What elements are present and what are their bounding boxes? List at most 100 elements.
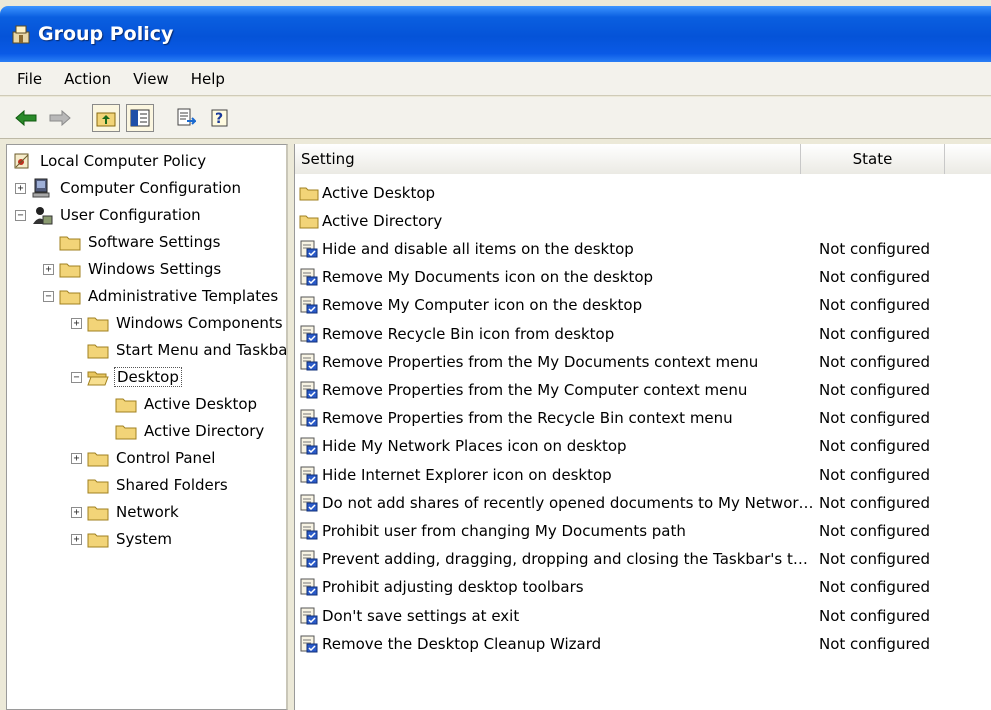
list-item-setting[interactable]: Do not add shares of recently opened doc… [299,489,930,517]
policy-setting-icon [299,493,319,513]
policy-setting-icon [299,577,319,597]
list-header: Setting State [295,144,991,174]
expand-plus-icon[interactable]: + [71,452,82,464]
setting-state: Not configured [819,409,931,428]
menu-view[interactable]: View [122,67,180,91]
details-list[interactable]: Setting State Active Desktop Active Dire… [294,144,991,710]
tree-label: System [116,530,172,548]
expand-plus-icon[interactable]: + [43,263,54,275]
folder-icon [59,259,81,279]
tree-item-windows-components[interactable]: + Windows Components [71,310,285,336]
menu-file[interactable]: File [6,67,53,91]
setting-name: Remove Properties from the Recycle Bin c… [322,409,733,428]
folder-icon [87,502,109,522]
list-item-folder-active-directory[interactable]: Active Directory [299,207,816,235]
export-list-icon[interactable] [172,104,200,132]
tree-item-shared-folders[interactable]: Shared Folders [71,472,230,498]
list-item-setting[interactable]: Prohibit user from changing My Documents… [299,517,930,545]
setting-state: Not configured [819,578,931,597]
tree-item-local-computer-policy[interactable]: Local Computer Policy [11,148,208,174]
menu-help[interactable]: Help [180,67,236,91]
list-item-setting[interactable]: Remove Recycle Bin icon from desktop Not… [299,320,930,348]
collapse-minus-icon[interactable]: − [43,290,54,302]
computer-config-icon [31,178,53,198]
list-item-setting[interactable]: Hide and disable all items on the deskto… [299,235,930,263]
policy-setting-icon [299,436,319,456]
collapse-minus-icon[interactable]: − [15,209,26,221]
open-folder-icon [87,367,109,387]
tree-item-desktop[interactable]: − Desktop [71,364,182,390]
setting-name: Remove Properties from the My Computer c… [322,381,748,399]
expand-plus-icon[interactable]: + [71,317,82,329]
setting-name: Prohibit user from changing My Documents… [322,522,686,540]
tree-label: Administrative Templates [88,287,279,305]
group-policy-app-icon [10,23,32,45]
tree-item-start-menu-and-taskbar[interactable]: Start Menu and Taskbai [71,337,288,363]
tree-label: Start Menu and Taskbai [116,341,288,359]
tree-item-control-panel[interactable]: + Control Panel [71,445,217,471]
list-item-setting[interactable]: Remove Properties from the My Computer c… [299,376,930,404]
setting-state: Not configured [819,606,931,625]
console-tree[interactable]: Local Computer Policy + Computer Configu… [6,144,288,710]
forward-arrow-icon[interactable] [46,104,74,132]
list-item-setting[interactable]: Don't save settings at exit Not configur… [299,602,930,630]
list-item-setting[interactable]: Hide Internet Explorer icon on desktop N… [299,461,930,489]
tree-item-computer-configuration[interactable]: + Computer Configuration [15,175,243,201]
expand-plus-icon[interactable]: + [71,506,82,518]
tree-item-windows-settings[interactable]: + Windows Settings [43,256,223,282]
list-item-setting[interactable]: Remove the Desktop Cleanup Wizard Not co… [299,630,930,658]
policy-setting-icon [299,521,319,541]
column-header-state[interactable]: State [801,144,945,174]
toolbar: ? [0,97,991,139]
list-item-setting[interactable]: Remove My Documents icon on the desktop … [299,263,930,291]
up-folder-icon[interactable] [92,103,120,132]
user-config-icon [31,205,53,225]
policy-setting-icon [299,634,319,654]
tree-item-administrative-templates[interactable]: − Administrative Templates [43,283,280,309]
column-header-blank[interactable] [945,144,991,174]
tree-label: Shared Folders [116,476,228,494]
setting-state: Not configured [819,465,931,484]
back-arrow-icon[interactable] [12,104,40,132]
help-icon[interactable]: ? [206,104,234,132]
menu-action[interactable]: Action [53,67,122,91]
list-item-setting[interactable]: Prohibit adjusting desktop toolbars Not … [299,573,930,601]
setting-state: Not configured [819,522,931,540]
setting-state: Not configured [819,381,931,399]
group-policy-window: Group Policy File Action View Help ? Loc… [0,0,991,710]
setting-state: Not configured [819,352,931,371]
setting-state: Not configured [819,240,931,258]
policy-scroll-icon [11,151,33,171]
column-header-setting[interactable]: Setting [295,144,801,174]
folder-icon [87,313,109,333]
list-item-name: Active Desktop [322,184,436,202]
tree-item-system[interactable]: + System [71,526,174,552]
tree-item-user-configuration[interactable]: − User Configuration [15,202,203,228]
tree-label: Computer Configuration [60,179,242,197]
expand-plus-icon[interactable]: + [15,182,26,194]
tree-item-software-settings[interactable]: Software Settings [43,229,222,255]
list-item-folder-active-desktop[interactable]: Active Desktop [299,179,816,207]
list-item-setting[interactable]: Remove Properties from the Recycle Bin c… [299,404,930,432]
setting-state: Not configured [819,550,931,569]
collapse-minus-icon[interactable]: − [71,371,82,383]
setting-name: Do not add shares of recently opened doc… [322,493,816,512]
policy-setting-icon [299,352,319,372]
list-item-setting[interactable]: Remove My Computer icon on the desktop N… [299,291,930,319]
expand-plus-icon[interactable]: + [71,533,82,545]
policy-setting-icon [299,324,319,344]
policy-setting-icon [299,606,319,626]
list-item-setting[interactable]: Hide My Network Places icon on desktop N… [299,432,930,460]
folder-icon [115,394,137,414]
tree-item-active-directory[interactable]: Active Directory [99,418,266,444]
tree-item-network[interactable]: + Network [71,499,181,525]
show-hide-tree-icon[interactable] [126,103,154,132]
list-item-setting[interactable]: Remove Properties from the My Documents … [299,348,930,376]
policy-setting-icon [299,295,319,315]
list-item-setting[interactable]: Prevent adding, dragging, dropping and c… [299,545,930,573]
title-bar[interactable]: Group Policy [0,6,991,62]
tree-item-active-desktop[interactable]: Active Desktop [99,391,259,417]
policy-setting-icon [299,465,319,485]
tree-label: Windows Settings [88,260,222,278]
menu-bar: File Action View Help [0,62,991,96]
